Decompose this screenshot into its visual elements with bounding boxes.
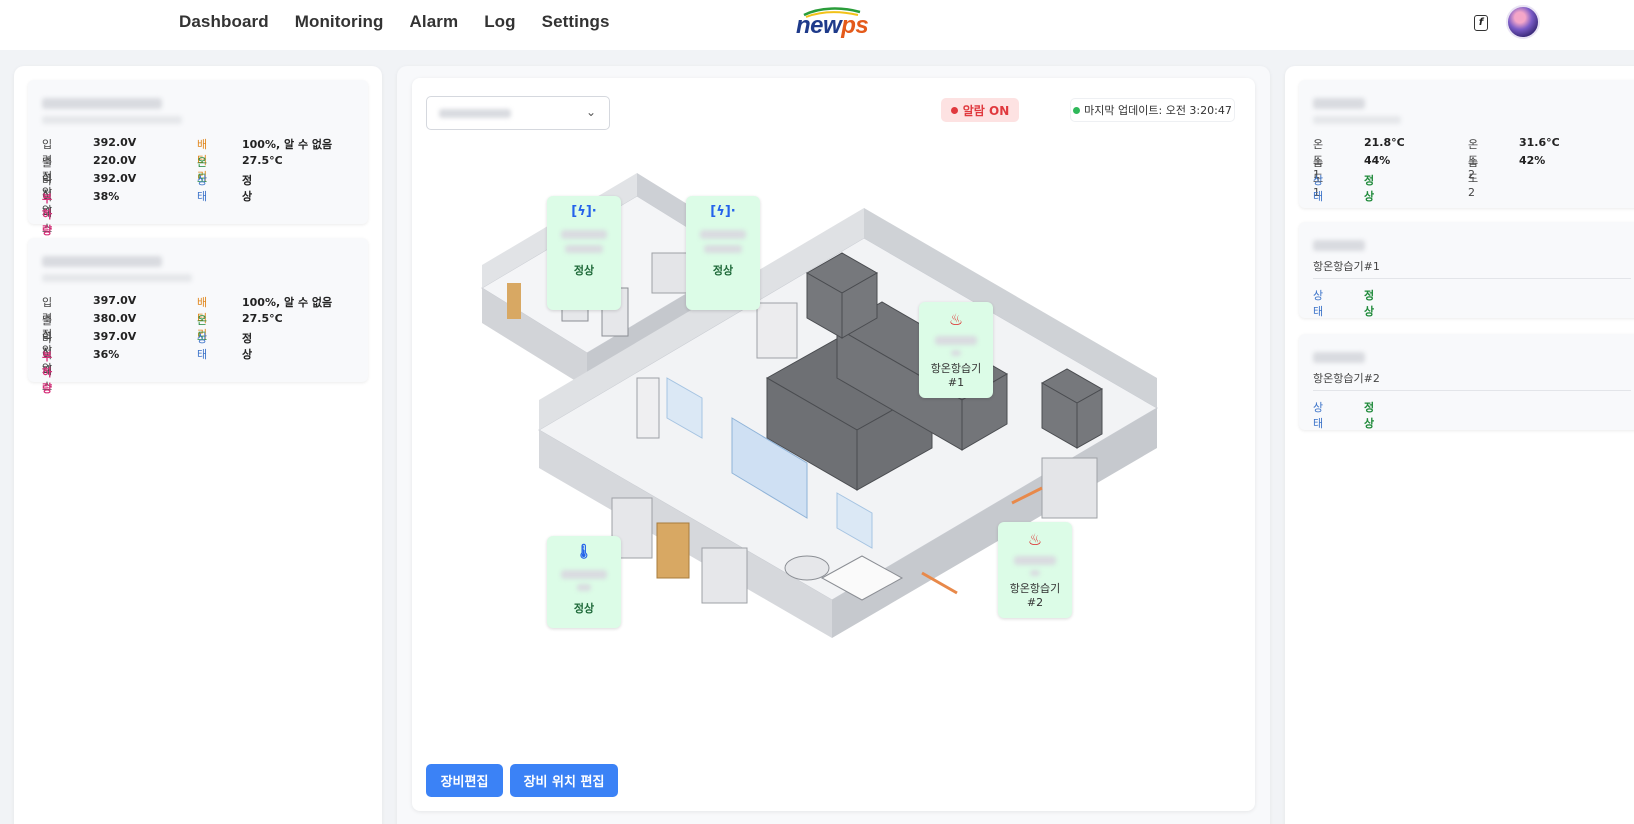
hvac-card-2[interactable]: 항온항습기#2 상태 정상 bbox=[1299, 334, 1634, 430]
divider bbox=[1313, 278, 1631, 279]
sensor-list-panel: 온도1 21.8°C 온도2 31.6°C 습도1 44% 습도2 42% 상태… bbox=[1285, 66, 1634, 824]
ups-icon: [ϟ]· bbox=[571, 204, 597, 219]
ups-card-2[interactable]: 입력전압 397.0V 배터리 100%, 알 수 없음 출력전압 380.0V… bbox=[28, 238, 368, 395]
facebook-icon[interactable]: f bbox=[1474, 15, 1488, 31]
user-avatar[interactable] bbox=[1506, 5, 1540, 39]
main-nav: Dashboard Monitoring Alarm Log Settings bbox=[179, 12, 610, 32]
blurred-device-name bbox=[42, 256, 162, 267]
isometric-floor-plan bbox=[481, 173, 1158, 638]
ups-card-1[interactable]: 입력전압 392.0V 배터리 100%, 알 수 없음 출력전압 220.0V… bbox=[28, 80, 368, 237]
ups-cabinet bbox=[1041, 457, 1098, 519]
nav-monitoring[interactable]: Monitoring bbox=[295, 12, 384, 32]
blurred-device-name bbox=[935, 336, 977, 345]
edit-position-button[interactable]: 장비 위치 편집 bbox=[510, 764, 618, 797]
blurred-device-name bbox=[561, 570, 607, 579]
blurred-device-sub bbox=[42, 116, 182, 124]
hvac-tile-1[interactable]: ♨ 항온항습기 #1 bbox=[919, 302, 993, 398]
nav-settings[interactable]: Settings bbox=[542, 12, 610, 32]
thermometer-icon: 🌡 bbox=[575, 544, 593, 560]
hvac-unit bbox=[636, 377, 660, 439]
nav-alarm[interactable]: Alarm bbox=[410, 12, 459, 32]
hvac-card-1[interactable]: 항온항습기#1 상태 정상 bbox=[1299, 222, 1634, 318]
ups-icon: [ϟ]· bbox=[710, 204, 736, 219]
blurred-device-sub bbox=[565, 245, 603, 253]
newps-logo[interactable]: newps bbox=[796, 6, 876, 40]
ups-list-panel: 입력전압 392.0V 배터리 100%, 알 수 없음 출력전압 220.0V… bbox=[14, 66, 382, 824]
blurred-device-name bbox=[700, 230, 746, 239]
blurred-device-sub bbox=[42, 274, 192, 282]
blurred-device-name bbox=[1014, 556, 1056, 565]
nav-dashboard[interactable]: Dashboard bbox=[179, 12, 269, 32]
temp-humidity-card[interactable]: 온도1 21.8°C 온도2 31.6°C 습도1 44% 습도2 42% 상태… bbox=[1299, 80, 1634, 208]
cabinet bbox=[701, 547, 748, 604]
flame-icon: ♨ bbox=[948, 310, 964, 329]
blurred-device-sub bbox=[1313, 116, 1401, 124]
round-table bbox=[784, 555, 830, 581]
nav-log[interactable]: Log bbox=[484, 12, 515, 32]
floor-map-card: ⌄ 알람 ON 마지막 업데이트: 오전 3:20:47 [ϟ]· 정상 [ϟ]… bbox=[412, 78, 1255, 811]
door bbox=[507, 283, 521, 319]
blurred-device-name bbox=[1313, 240, 1365, 251]
ups-tile-1[interactable]: [ϟ]· 정상 bbox=[547, 196, 621, 310]
blurred-device-name bbox=[1313, 98, 1365, 109]
floor-marking bbox=[921, 571, 958, 595]
flame-icon: ♨ bbox=[1027, 530, 1043, 549]
hvac-unit bbox=[756, 302, 798, 359]
blurred-device-sub bbox=[1030, 570, 1040, 576]
temperature-tile[interactable]: 🌡 정상 bbox=[547, 536, 621, 628]
top-nav-bar: Dashboard Monitoring Alarm Log Settings … bbox=[0, 0, 1634, 50]
ups-tile-2[interactable]: [ϟ]· 정상 bbox=[686, 196, 760, 310]
blurred-device-name bbox=[42, 98, 162, 109]
hvac-tile-2[interactable]: ♨ 항온항습기 #2 bbox=[998, 522, 1072, 618]
blurred-device-name bbox=[1313, 352, 1365, 363]
floor-map-panel: ⌄ 알람 ON 마지막 업데이트: 오전 3:20:47 [ϟ]· 정상 [ϟ]… bbox=[397, 66, 1270, 824]
divider bbox=[1313, 390, 1631, 391]
edit-equipment-button[interactable]: 장비편집 bbox=[426, 764, 503, 797]
door bbox=[656, 522, 690, 579]
blurred-device-sub bbox=[577, 584, 591, 591]
blurred-device-sub bbox=[704, 245, 742, 253]
blurred-device-sub bbox=[951, 350, 961, 356]
blurred-device-name bbox=[561, 230, 607, 239]
